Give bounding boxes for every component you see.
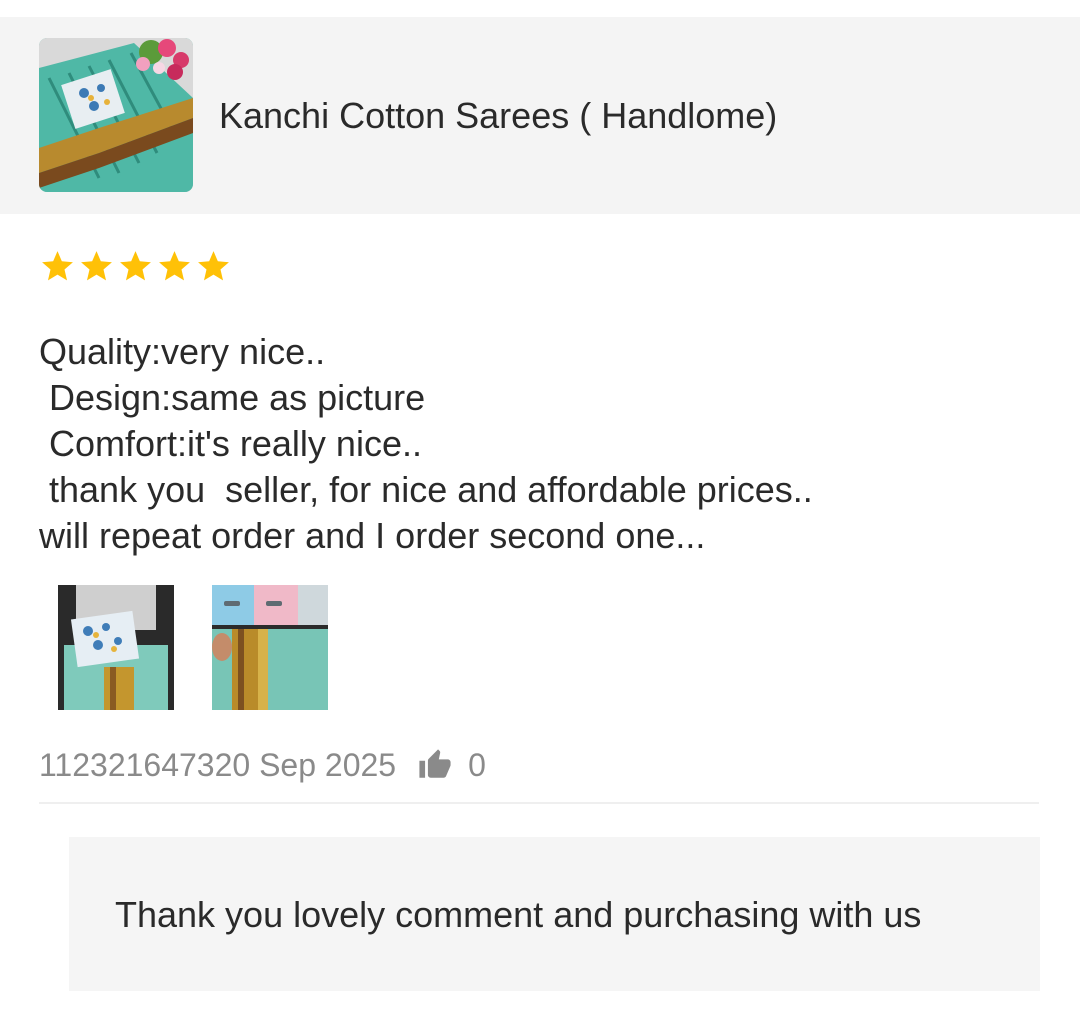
star-icon — [81, 251, 112, 281]
review-date: 112321647320 Sep 2025 — [39, 746, 397, 783]
star-rating — [39, 248, 232, 285]
product-header[interactable]: Kanchi Cotton Sarees ( Handlome) — [0, 17, 1080, 214]
star-icon — [198, 251, 229, 281]
review-photo-2-graphic — [212, 585, 328, 710]
like-count: 0 — [468, 746, 486, 783]
star-icon — [159, 251, 190, 281]
product-image[interactable] — [39, 38, 193, 192]
review-photo-2[interactable] — [212, 585, 328, 710]
review-photo-1[interactable] — [58, 585, 174, 710]
seller-reply: Thank you lovely comment and purchasing … — [69, 837, 1040, 991]
product-image-graphic — [39, 38, 193, 192]
star-icon — [42, 251, 73, 281]
seller-reply-text: Thank you lovely comment and purchasing … — [115, 894, 922, 935]
divider — [39, 802, 1039, 804]
review-photo-1-graphic — [58, 585, 174, 710]
like-button[interactable]: 0 — [418, 747, 486, 784]
product-title[interactable]: Kanchi Cotton Sarees ( Handlome) — [219, 95, 777, 137]
star-icon — [120, 251, 151, 281]
review-meta: 112321647320 Sep 2025 0 — [39, 744, 486, 786]
thumbs-up-icon — [419, 749, 451, 778]
review-text: Quality:very nice.. Design:same as pictu… — [39, 331, 813, 556]
